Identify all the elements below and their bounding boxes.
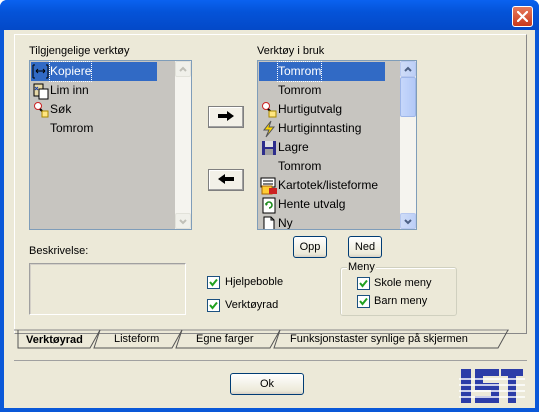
available-list-item[interactable]: Søk [31,100,157,119]
in-use-list-item-label: Hente utvalg [278,197,346,211]
menu-groupbox-legend: Meny [347,261,376,273]
in-use-list-item-label: Lagre [278,140,309,154]
in-use-list-item-label: Tomrom [276,61,323,82]
move-up-button[interactable]: Opp [293,236,327,258]
in-use-list-item[interactable]: Hurtigutvalg [259,100,385,119]
tab-panel: Tilgjengelige verktøy Kopiere Lim inn Søk T… [14,34,527,334]
in-use-list-item[interactable]: Ny [259,214,385,230]
add-tool-button[interactable] [208,106,244,128]
checkmark-icon [209,301,218,310]
in-use-list-item-label: Hurtigutvalg [278,102,343,116]
in-use-list-item[interactable]: Hurtiginntasting [259,119,385,138]
checkmark-icon [359,297,368,306]
arrow-right-icon [218,110,234,121]
available-list-item[interactable]: Kopiere [31,61,157,82]
card-file-icon [260,177,278,195]
school-menu-checkbox[interactable] [357,277,370,290]
ok-button[interactable]: Ok [230,373,304,395]
lightning-icon [260,120,278,138]
save-icon [260,139,278,157]
available-tools-label: Tilgjengelige verktøy [29,45,130,57]
help-bubble-checkbox[interactable] [207,276,220,289]
checkmark-icon [359,279,368,288]
tab-toolbar[interactable]: Verktøyrad [18,330,83,350]
quick-select-icon [260,101,278,119]
copy-icon [32,63,50,81]
scroll-up-button[interactable] [400,61,416,77]
scroll-down-button[interactable] [175,213,191,229]
school-menu-label: Skole meny [374,277,432,289]
checkmark-icon [209,278,218,287]
in-use-list-item[interactable]: Tomrom [259,157,385,176]
title-bar[interactable] [0,0,539,30]
in-use-list-scrollbar[interactable] [400,61,416,229]
chevron-up-icon [404,66,412,72]
in-use-list-item[interactable]: Tomrom [259,61,385,82]
toolbar-checkbox[interactable] [207,299,220,312]
move-down-button[interactable]: Ned [348,236,382,258]
child-menu-label: Barn meny [374,295,428,307]
toolbar-option-label: Verktøyrad [225,299,279,311]
paste-icon [32,82,50,100]
close-button[interactable] [512,6,533,27]
description-field[interactable] [29,263,186,315]
tab-own-colors[interactable]: Egne farger [188,329,253,349]
child-menu-checkbox[interactable] [357,295,370,308]
chevron-down-icon [404,219,412,225]
in-use-list-item-label: Kartotek/listeforme [278,178,379,192]
tools-in-use-label: Verktøy i bruk [257,45,325,57]
in-use-list-item[interactable]: Kartotek/listeforme [259,176,385,195]
available-list-item[interactable]: Tomrom [31,119,157,138]
refresh-icon [260,196,278,214]
available-list-scrollbar[interactable] [175,61,191,229]
in-use-list-item-label: Tomrom [278,159,322,173]
chevron-up-icon [179,66,187,72]
available-list-item-label: Lim inn [50,83,89,97]
in-use-list-item[interactable]: Tomrom [259,81,385,100]
in-use-list-item[interactable]: Lagre [259,138,385,157]
available-list-item-label: Søk [50,102,72,116]
description-label: Beskrivelse: [29,245,89,257]
help-bubble-label: Hjelpeboble [225,276,284,288]
in-use-list-item-label: Ny [278,216,293,230]
tab-list-form[interactable]: Listeform [106,329,159,349]
available-list-item-label: Tomrom [50,121,94,135]
in-use-list-item-label: Tomrom [278,83,322,97]
separator [14,360,527,361]
scroll-up-button[interactable] [175,61,191,77]
menu-groupbox: Meny Skole meny Barn meny [340,261,457,316]
available-tools-list[interactable]: Kopiere Lim inn Søk Tomrom [29,60,192,230]
remove-tool-button[interactable] [208,169,244,191]
tab-function-keys[interactable]: Funksjonstaster synlige på skjermen [282,329,468,349]
scroll-thumb[interactable] [400,77,416,117]
dialog-window: Tilgjengelige verktøy Kopiere Lim inn Søk T… [0,0,539,412]
close-x-icon [517,11,528,22]
in-use-list-item-label: Hurtiginntasting [278,121,362,135]
chevron-down-icon [179,219,187,225]
ist-logo [459,369,525,403]
in-use-list-item[interactable]: Hente utvalg [259,195,385,214]
new-document-icon [260,215,278,229]
available-list-item-label: Kopiere [48,61,93,82]
available-list-item[interactable]: Lim inn [31,81,157,100]
search-icon [32,101,50,119]
tab-strip: Verktøyrad Listeform Egne farger Funksjo… [14,329,527,351]
dialog-client-area: Tilgjengelige verktøy Kopiere Lim inn Søk T… [4,30,535,408]
tools-in-use-list[interactable]: Tomrom Tomrom Hurtigutvalg Hurtiginntasting… [257,60,417,230]
arrow-left-icon [218,173,234,184]
scroll-down-button[interactable] [400,213,416,229]
